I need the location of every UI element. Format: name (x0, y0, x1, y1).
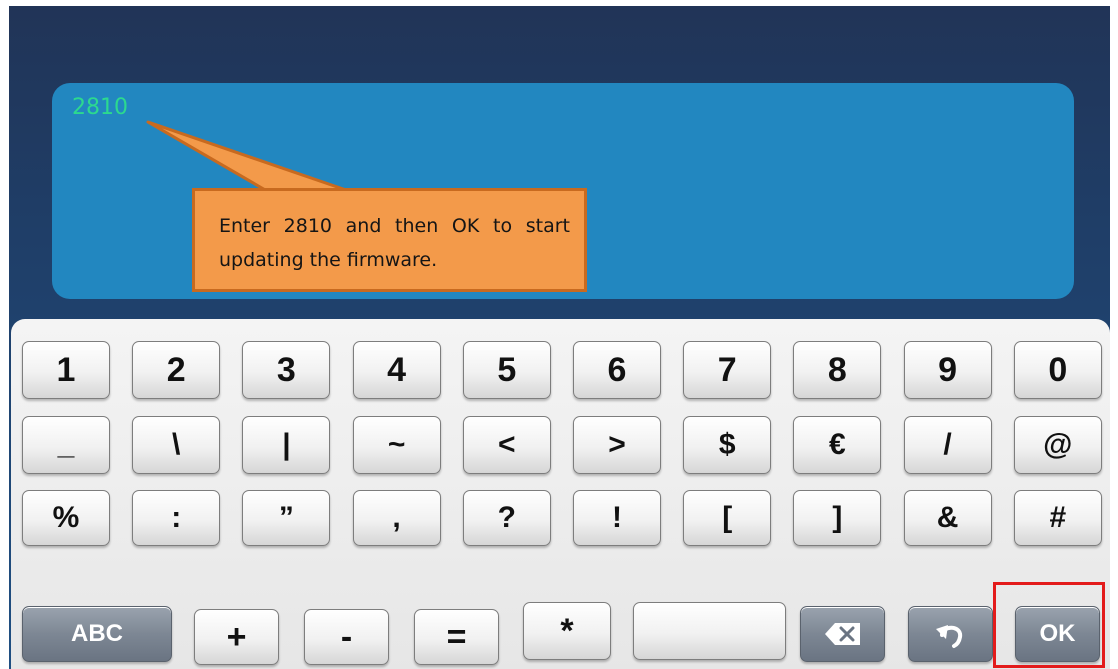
exclamation-key[interactable]: ! (573, 490, 661, 546)
euro-key[interactable]: € (793, 416, 882, 474)
digit-5-key-label: 5 (497, 350, 517, 389)
pipe-key[interactable]: | (242, 416, 331, 474)
question-key-label: ? (497, 501, 516, 534)
minus-key-label: - (340, 617, 353, 656)
right-bracket-key[interactable]: ] (793, 490, 882, 546)
digit-3-key-label: 3 (276, 350, 296, 389)
colon-key-label: : (171, 501, 182, 534)
dollar-key[interactable]: $ (683, 416, 772, 474)
plus-key-label: + (226, 617, 247, 656)
equals-key[interactable]: = (414, 609, 499, 665)
digit-6-key[interactable]: 6 (573, 341, 661, 399)
digit-8-key-label: 8 (827, 350, 847, 389)
callout-text: Enter 2810 and then OK to start updating… (219, 215, 570, 271)
digit-9-key[interactable]: 9 (903, 341, 992, 399)
exclamation-key-label: ! (612, 501, 622, 534)
digit-1-key[interactable]: 1 (22, 341, 110, 399)
equals-key-label: = (446, 617, 467, 656)
ampersand-key[interactable]: & (903, 490, 992, 546)
colon-key[interactable]: : (132, 490, 221, 546)
left-bracket-key[interactable]: [ (683, 490, 772, 546)
hash-key-label: # (1049, 501, 1067, 534)
instruction-callout: Enter 2810 and then OK to start updating… (192, 188, 587, 292)
question-key[interactable]: ? (462, 490, 551, 546)
digit-3-key[interactable]: 3 (242, 341, 331, 399)
backslash-key[interactable]: \ (132, 416, 221, 474)
undo-icon (935, 625, 962, 648)
underscore-key[interactable]: _ (22, 416, 110, 474)
plus-key[interactable]: + (194, 609, 279, 665)
tilde-key[interactable]: ~ (352, 416, 441, 474)
euro-key-label: € (829, 428, 846, 461)
at-key-label: @ (1043, 428, 1073, 461)
hash-key[interactable]: # (1013, 490, 1102, 546)
tilde-key-label: ~ (387, 428, 406, 461)
digit-2-key[interactable]: 2 (132, 341, 221, 399)
comma-key[interactable]: , (352, 490, 441, 546)
digit-4-key-label: 4 (387, 350, 407, 389)
digit-2-key-label: 2 (166, 350, 186, 389)
at-key[interactable]: @ (1013, 416, 1102, 474)
pipe-key-label: | (282, 428, 291, 461)
comma-key-label: , (392, 501, 401, 534)
digit-8-key[interactable]: 8 (793, 341, 882, 399)
percent-key-label: % (52, 501, 80, 534)
space-key[interactable] (633, 602, 786, 660)
underscore-key-label: _ (57, 428, 75, 461)
digit-6-key-label: 6 (607, 350, 627, 389)
dollar-key-label: $ (718, 428, 736, 461)
device-screen: 2 8 1 0 Enter 2810 and then OK to start upd… (9, 6, 1110, 669)
asterisk-key-label: * (560, 611, 574, 650)
left-bracket-key-label: [ (722, 501, 733, 534)
greater-than-key-label: > (608, 428, 626, 461)
digit-0-key[interactable]: 0 (1013, 341, 1102, 399)
digit-7-key-label: 7 (717, 350, 737, 389)
slash-key-label: / (943, 428, 952, 461)
minus-key[interactable]: - (304, 609, 389, 665)
digit-4-key[interactable]: 4 (352, 341, 441, 399)
greater-than-key[interactable]: > (573, 416, 661, 474)
asterisk-key[interactable]: * (523, 602, 611, 660)
slash-key[interactable]: / (903, 416, 992, 474)
less-than-key-label: < (498, 428, 516, 461)
abc-key[interactable]: ABC (22, 606, 172, 662)
backslash-key-label: \ (172, 428, 181, 461)
percent-key[interactable]: % (22, 490, 110, 546)
abc-key-label: ABC (71, 620, 123, 647)
ampersand-key-label: & (936, 501, 959, 534)
digit-9-key-label: 9 (938, 350, 958, 389)
undo-key[interactable] (908, 606, 993, 662)
digit-0-key-label: 0 (1048, 350, 1068, 389)
on-screen-keyboard: 1 2 3 4 5 6 7 8 9 0 _ \ | ~ < > $ € / @ %: ”,?! [] & # ABC + -… (11, 319, 1110, 669)
backspace-key[interactable] (800, 606, 885, 662)
ok-key-highlight (993, 582, 1105, 668)
double-quote-key-label: ” (278, 501, 294, 534)
digit-5-key[interactable]: 5 (462, 341, 551, 399)
less-than-key[interactable]: < (462, 416, 551, 474)
digit-1-key-label: 1 (56, 350, 76, 389)
double-quote-key[interactable]: ” (242, 490, 331, 546)
right-bracket-key-label: ] (832, 501, 843, 534)
digit-7-key[interactable]: 7 (683, 341, 772, 399)
backspace-icon (824, 623, 860, 645)
